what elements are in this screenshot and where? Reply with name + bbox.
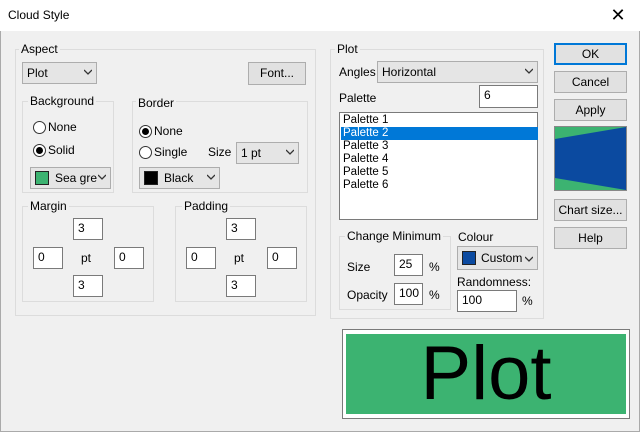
chevron-down-icon [98,174,106,180]
border-label: Border [136,96,177,110]
border-single-label: Single [154,145,188,159]
margin-left-input[interactable]: 0 [33,247,63,269]
title-bar [0,0,640,31]
background-none-label: None [48,120,77,134]
colour-value: Custom [481,251,523,265]
randomness-label: Randomness: [457,275,532,289]
close-icon[interactable]: ✕ [598,2,638,28]
background-solid-radio[interactable] [33,144,46,157]
aspect-select[interactable]: Plot [22,62,97,84]
background-color-value: Sea gre [55,171,98,185]
margin-label: Margin [28,199,69,213]
chevron-down-icon [84,69,92,75]
aspect-select-value: Plot [27,66,48,80]
aspect-label: Aspect [19,42,60,56]
randomness-input[interactable]: 100 [457,290,517,312]
min-opacity-unit: % [429,288,440,302]
border-single-radio[interactable] [139,146,152,159]
min-size-label: Size [347,260,371,274]
ok-button[interactable]: OK [554,43,627,65]
style-preview-text: Plot [346,334,626,414]
padding-unit: pt [234,251,245,265]
chevron-down-icon [207,174,215,180]
border-size-value: 1 pt [241,146,262,160]
background-color-select[interactable]: Sea gre [30,167,111,189]
palette-preview-graphic [555,127,626,190]
min-opacity-label: Opacity [347,288,388,302]
padding-bottom-input[interactable]: 3 [226,275,256,297]
background-color-swatch [35,171,49,185]
margin-right-input[interactable]: 0 [114,247,144,269]
angles-value: Horizontal [382,65,437,79]
palette-item-3[interactable]: Palette 3 [341,140,538,153]
border-size-select[interactable]: 1 pt [236,142,299,164]
border-size-label: Size [208,145,232,159]
margin-bottom-input[interactable]: 3 [73,275,103,297]
palette-listbox[interactable]: Palette 1 Palette 2 Palette 3 Palette 4 … [339,112,538,220]
background-label: Background [28,94,97,108]
min-size-unit: % [429,260,440,274]
margin-unit: pt [81,251,92,265]
font-button[interactable]: Font... [248,62,306,85]
padding-right-input[interactable]: 0 [267,247,297,269]
palette-item-2[interactable]: Palette 2 [341,127,538,140]
padding-left-input[interactable]: 0 [186,247,216,269]
window-title: Cloud Style [8,8,70,22]
border-color-select[interactable]: Black [139,167,220,189]
palette-item-4[interactable]: Palette 4 [341,153,538,166]
min-opacity-input[interactable]: 100 [394,283,423,305]
plot-label: Plot [335,42,360,56]
apply-button[interactable]: Apply [554,99,627,121]
margin-top-input[interactable]: 3 [73,218,103,240]
palette-count-input[interactable]: 6 [479,85,538,108]
change-minimum-label: Change Minimum [345,229,444,243]
border-none-radio[interactable] [139,125,152,138]
palette-item-5[interactable]: Palette 5 [341,166,538,179]
colour-swatch [462,251,476,265]
palette-item-1[interactable]: Palette 1 [341,114,538,127]
border-color-value: Black [164,171,194,185]
angles-label: Angles [339,65,376,79]
border-color-swatch [144,171,158,185]
colour-label: Colour [458,230,494,244]
background-solid-label: Solid [48,143,75,157]
randomness-unit: % [522,294,533,308]
angles-select[interactable]: Horizontal [377,61,538,83]
chart-size-button[interactable]: Chart size... [554,199,627,221]
palette-preview [554,126,627,191]
chevron-down-icon [286,149,294,155]
padding-label: Padding [182,199,231,213]
min-size-input[interactable]: 25 [394,254,423,276]
palette-label: Palette [339,91,377,105]
chevron-down-icon [525,256,533,262]
chevron-down-icon [525,68,533,74]
palette-item-6[interactable]: Palette 6 [341,179,538,192]
border-none-label: None [154,124,183,138]
background-none-radio[interactable] [33,121,46,134]
padding-top-input[interactable]: 3 [226,218,256,240]
cancel-button[interactable]: Cancel [554,71,627,93]
help-button[interactable]: Help [554,227,627,249]
colour-select[interactable]: Custom [457,246,538,270]
